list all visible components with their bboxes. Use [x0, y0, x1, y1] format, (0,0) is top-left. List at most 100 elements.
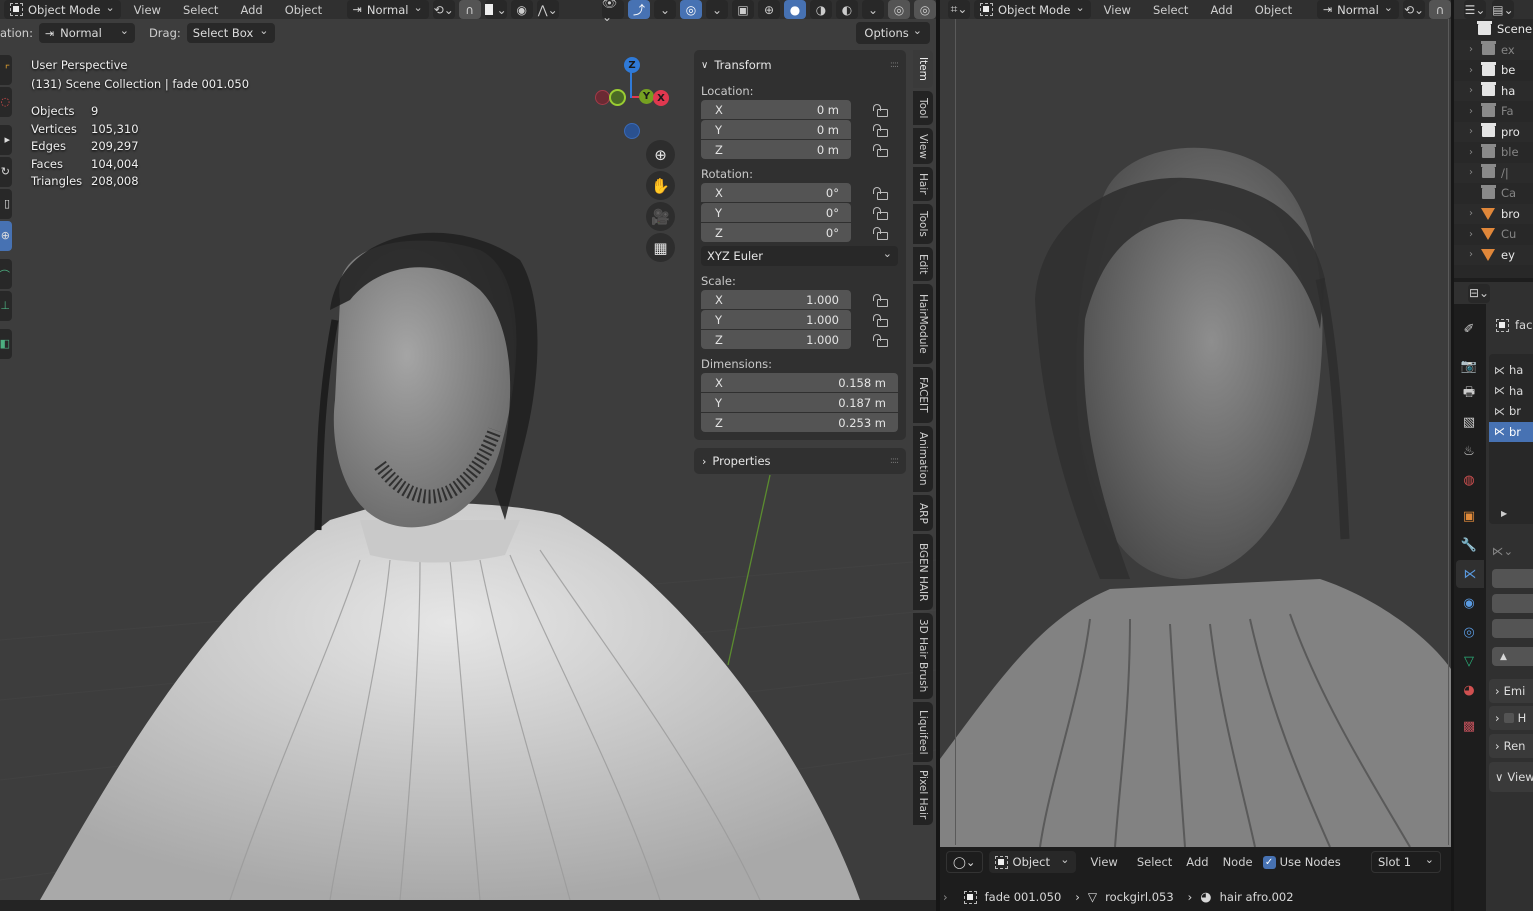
- falloff-dropdown[interactable]: ⋀⌄: [536, 0, 559, 19]
- pan-button[interactable]: ✋: [646, 171, 675, 200]
- section-emission[interactable]: › Emi: [1489, 679, 1533, 703]
- tab-output[interactable]: 🖶: [1459, 384, 1479, 404]
- toggle-a[interactable]: ◎: [888, 0, 910, 19]
- transform-orientation-dropdown[interactable]: ⇥ Normal: [346, 0, 429, 19]
- tab-render[interactable]: 📷: [1459, 356, 1479, 376]
- settings-field[interactable]: [1492, 594, 1533, 613]
- tab-hairmodule[interactable]: HairModule: [913, 284, 933, 364]
- rotation-z-field[interactable]: Z 0°: [701, 223, 851, 242]
- scale-x-field[interactable]: X 1.000: [701, 290, 851, 309]
- pivot-point-dropdown[interactable]: ⟲⌄: [432, 0, 455, 19]
- shader-type-dropdown[interactable]: Object: [988, 851, 1076, 873]
- outliner-item[interactable]: › Fa: [1454, 101, 1533, 122]
- unlock-icon[interactable]: [873, 186, 888, 200]
- neg-y-axis-handle[interactable]: [609, 89, 626, 106]
- rotation-mode-dropdown[interactable]: XYZ Euler: [701, 246, 898, 266]
- location-y-field[interactable]: Y0 m: [701, 120, 851, 139]
- options-dropdown[interactable]: Options: [856, 22, 930, 44]
- unlock-icon[interactable]: [873, 206, 888, 220]
- particle-slot-selected[interactable]: ⋉ br: [1489, 421, 1533, 442]
- unlock-icon[interactable]: [873, 143, 888, 157]
- menu-view[interactable]: View: [1095, 3, 1140, 17]
- particle-system-list[interactable]: ⋉ ha ⋉ ha ⋉ br ⋉ br ▶: [1489, 354, 1533, 524]
- menu-object[interactable]: Object: [276, 3, 331, 17]
- breadcrumb-object[interactable]: fade 001.050: [985, 890, 1062, 904]
- expand-icon[interactable]: ›: [1454, 208, 1474, 219]
- move-tool[interactable]: ▸: [0, 125, 12, 155]
- tab-world[interactable]: ◍: [1459, 470, 1479, 490]
- expand-icon[interactable]: ›: [1454, 249, 1474, 260]
- outliner-item[interactable]: › ey: [1454, 244, 1533, 265]
- menu-node[interactable]: Node: [1219, 855, 1257, 869]
- tab-edit[interactable]: Edit: [913, 247, 933, 281]
- list-expand-icon[interactable]: ▶: [1501, 509, 1507, 518]
- menu-add[interactable]: Add: [231, 3, 271, 17]
- overlays-toggle[interactable]: ◎: [680, 0, 702, 19]
- object-visibility-dropdown[interactable]: 👁⌄: [602, 0, 624, 24]
- transform-panel-header[interactable]: ∨ Transform ::::: [701, 54, 899, 76]
- use-nodes-checkbox[interactable]: ✓ Use Nodes: [1262, 855, 1341, 869]
- outliner-item[interactable]: › ha: [1454, 80, 1533, 101]
- drag-grip-icon[interactable]: ::::: [890, 456, 899, 466]
- expand-icon[interactable]: ›: [1454, 106, 1474, 117]
- expand-icon[interactable]: ›: [1454, 126, 1474, 137]
- tab-animation[interactable]: Animation: [913, 426, 933, 492]
- shading-solid[interactable]: ●: [784, 0, 806, 19]
- gizmo-toggle[interactable]: ⤴: [628, 0, 650, 19]
- rotate-tool[interactable]: ↻: [0, 157, 12, 187]
- unlock-icon[interactable]: [873, 226, 888, 240]
- scale-y-field[interactable]: Y 1.000: [701, 310, 851, 329]
- proportional-editing-toggle[interactable]: ◉: [510, 0, 533, 19]
- outliner-item[interactable]: Ca: [1454, 183, 1533, 204]
- tab-bgen-hair[interactable]: BGEN HAIR: [913, 534, 933, 610]
- scale-z-field[interactable]: Z 1.000: [701, 330, 851, 349]
- dimension-z-field[interactable]: Z 0.253 m: [701, 413, 898, 432]
- tab-physics[interactable]: ◉: [1459, 593, 1479, 613]
- location-x-field[interactable]: X0 m: [701, 100, 851, 119]
- tab-modifiers[interactable]: 🔧: [1459, 535, 1479, 555]
- menu-select[interactable]: Select: [1133, 855, 1176, 869]
- properties-panel-header[interactable]: › Properties ::::: [694, 448, 906, 474]
- menu-select[interactable]: Select: [1144, 3, 1197, 17]
- up-button[interactable]: ▲: [1492, 647, 1533, 666]
- add-cube-tool[interactable]: ◧: [0, 329, 12, 359]
- annotate-tool[interactable]: ⌒: [0, 259, 12, 289]
- mode-dropdown[interactable]: Object Mode: [4, 0, 121, 19]
- navigation-gizmo[interactable]: Z Y X: [592, 55, 682, 145]
- tab-tools[interactable]: Tools: [913, 204, 933, 244]
- tab-constraints[interactable]: ◎: [1459, 622, 1479, 642]
- menu-add[interactable]: Add: [1201, 3, 1241, 17]
- outliner-item[interactable]: › ex: [1454, 39, 1533, 60]
- section-render[interactable]: › Ren: [1489, 734, 1533, 758]
- settings-field[interactable]: [1492, 569, 1533, 588]
- rotation-x-field[interactable]: X 0°: [701, 183, 851, 202]
- unlock-icon[interactable]: [873, 313, 888, 327]
- mode-dropdown[interactable]: Object Mode: [974, 0, 1091, 19]
- expand-icon[interactable]: ›: [1454, 147, 1474, 158]
- menu-select[interactable]: Select: [174, 3, 227, 17]
- zoom-button[interactable]: ⊕: [646, 140, 675, 169]
- outliner-item[interactable]: › pro: [1454, 121, 1533, 142]
- unlock-icon[interactable]: [873, 333, 888, 347]
- transform-orientation-dropdown[interactable]: ⇥ Normal: [1316, 0, 1399, 19]
- outliner-item[interactable]: › be: [1454, 60, 1533, 81]
- tab-particles[interactable]: ⋉: [1456, 560, 1484, 588]
- shading-material[interactable]: ◑: [810, 0, 832, 19]
- tab-item[interactable]: Item: [913, 50, 933, 88]
- shading-rendered[interactable]: ◐: [836, 0, 858, 19]
- rotation-y-field[interactable]: Y 0°: [701, 203, 851, 222]
- tab-tool[interactable]: ✐: [1459, 319, 1479, 339]
- pivot-point-dropdown[interactable]: ⟲⌄: [1403, 0, 1425, 19]
- filter-dropdown[interactable]: ▤⌄: [1492, 0, 1514, 19]
- unlock-icon[interactable]: [873, 293, 888, 307]
- camera-view-button[interactable]: 🎥: [646, 202, 675, 231]
- outliner-item[interactable]: › bro: [1454, 203, 1533, 224]
- tab-liquifeel[interactable]: Liquifeel: [913, 702, 933, 762]
- gizmo-dropdown[interactable]: ⌄: [654, 0, 676, 19]
- tab-3d-hair-brush[interactable]: 3D Hair Brush: [913, 613, 933, 699]
- z-axis-handle[interactable]: Z: [624, 57, 640, 73]
- dimension-x-field[interactable]: X 0.158 m: [701, 373, 898, 392]
- tab-scene[interactable]: ♨: [1459, 441, 1479, 461]
- expand-icon[interactable]: ›: [1454, 167, 1474, 178]
- outliner-root[interactable]: Scene: [1454, 19, 1533, 40]
